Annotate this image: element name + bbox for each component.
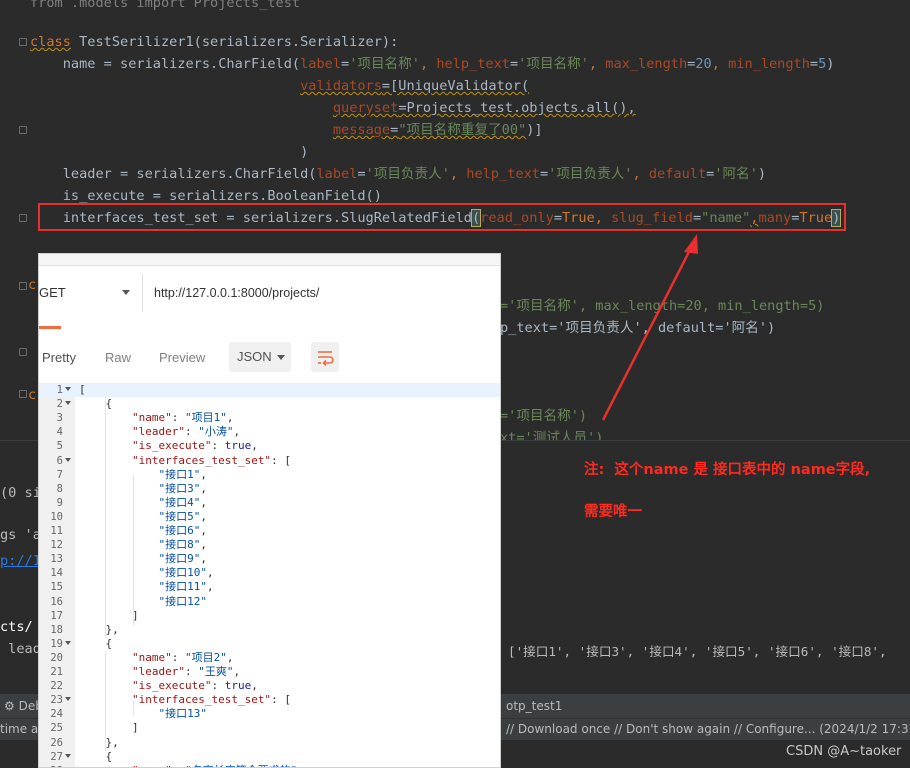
annotation-note: 注: 这个name 是 接口表中的 name字段, bbox=[584, 462, 871, 478]
arrow-head bbox=[684, 234, 698, 254]
annotation-note: 需要唯一 bbox=[584, 504, 642, 520]
annotation-arrow bbox=[601, 234, 698, 421]
watermark: CSDN @A~taoker bbox=[786, 744, 902, 759]
